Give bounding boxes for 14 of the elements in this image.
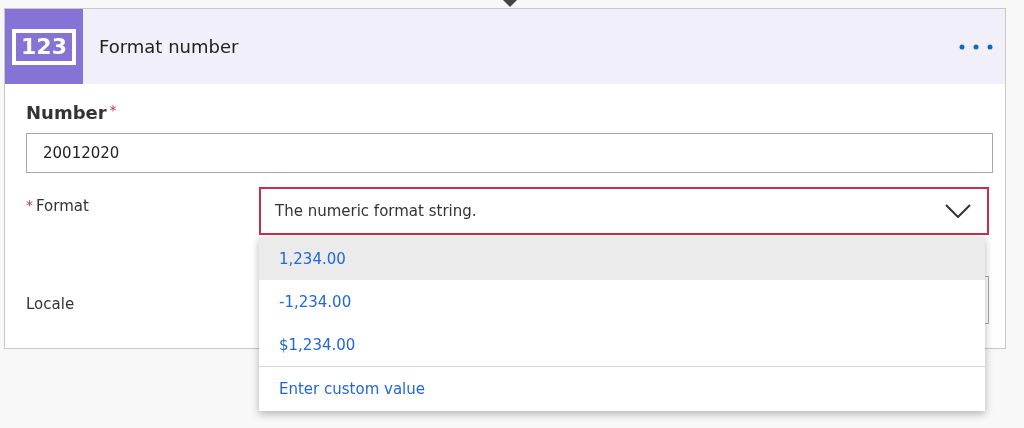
dropdown-option[interactable]: 1,234.00: [259, 237, 985, 280]
connector-arrow-icon: [503, 0, 517, 7]
more-options-icon[interactable]: [959, 43, 993, 50]
field-label: Locale: [26, 294, 76, 315]
custom-value-option[interactable]: Enter custom value: [259, 366, 985, 411]
format-dropdown[interactable]: The numeric format string.: [259, 187, 989, 235]
action-icon: 123: [5, 9, 83, 84]
dropdown-option[interactable]: $1,234.00: [259, 323, 985, 366]
dropdown-option[interactable]: -1,234.00: [259, 280, 985, 323]
number-input[interactable]: 20012020: [26, 133, 993, 173]
field-label: Number *: [26, 102, 118, 123]
card-title: Format number: [99, 36, 240, 57]
chevron-down-icon: [945, 204, 971, 218]
field-label: * Format: [26, 196, 90, 217]
